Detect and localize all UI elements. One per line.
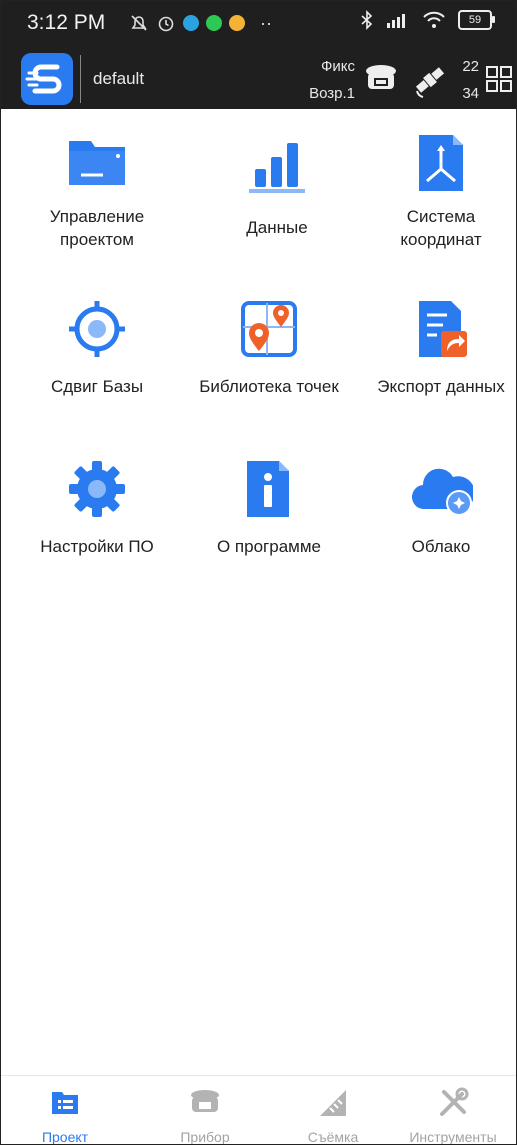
- tile-data[interactable]: Данные: [191, 131, 363, 239]
- alarm-icon: [158, 16, 174, 32]
- tile-coordinate-system[interactable]: Система координат: [355, 131, 516, 251]
- tile-label: О программе: [216, 537, 321, 556]
- grid-menu-icon[interactable]: [485, 65, 513, 93]
- header-divider: [80, 55, 81, 103]
- satellite-counts[interactable]: 22 34: [453, 53, 479, 107]
- status-time: 3:12 PM: [27, 11, 106, 34]
- telegram-icon: [183, 15, 199, 31]
- project-name[interactable]: default: [93, 69, 144, 89]
- tile-label: Облако: [411, 537, 471, 556]
- whatsapp-icon: [206, 15, 222, 31]
- tile-label: Экспорт данных: [377, 377, 505, 396]
- solution-status[interactable]: Фикс Возр.1: [297, 53, 355, 107]
- tile-data-export[interactable]: Экспорт данных: [355, 297, 516, 398]
- gear-icon: [69, 461, 125, 517]
- wifi-icon: [423, 11, 445, 28]
- tile-about[interactable]: О программе: [183, 457, 355, 558]
- sat-total-count: 34: [462, 85, 479, 102]
- system-icons: 59: [360, 10, 495, 30]
- tile-label: Данные: [246, 218, 308, 237]
- app-screen: 3:12 PM ·· 59 default Фикс Возр.1 22 34 …: [0, 0, 517, 1145]
- notification-icons: ··: [129, 11, 272, 35]
- bottom-nav: Проект Прибор Съёмка Инструменты: [1, 1075, 516, 1145]
- tile-label: Сдвиг Базы: [50, 377, 144, 396]
- tile-label: Настройки ПО: [40, 537, 154, 556]
- notification-app-icon: [229, 15, 245, 31]
- target-icon: [69, 301, 125, 357]
- more-notifications-icon: ··: [260, 12, 272, 33]
- survey-ruler-icon: [320, 1090, 346, 1116]
- nav-label: Проект: [41, 1129, 89, 1145]
- bluetooth-icon: [361, 10, 373, 30]
- tile-label: Библиотека точек: [199, 377, 339, 396]
- tile-software-settings[interactable]: Настройки ПО: [11, 457, 183, 558]
- nav-label: Инструменты: [409, 1129, 497, 1145]
- app-header: default Фикс Возр.1 22 34: [1, 49, 516, 109]
- age-label: Возр.1: [309, 85, 355, 102]
- app-logo-icon: [25, 64, 62, 94]
- tile-project-management[interactable]: Управление проектом: [11, 131, 183, 251]
- nav-label: Съёмка: [307, 1129, 359, 1145]
- gnss-receiver-icon: [191, 1090, 219, 1112]
- nav-device[interactable]: Прибор: [141, 1076, 269, 1145]
- tools-icon: [440, 1087, 469, 1116]
- status-bar: 3:12 PM ·· 59: [1, 1, 516, 47]
- folder-icon: [69, 141, 125, 185]
- export-document-icon: [419, 301, 467, 357]
- tile-label: Система координат: [400, 207, 482, 249]
- map-pin-library-icon: [241, 301, 297, 357]
- app-logo[interactable]: [21, 53, 73, 105]
- bar-chart-icon: [249, 143, 305, 193]
- cloud-icon: [411, 468, 475, 516]
- battery-indicator: 59: [458, 10, 495, 30]
- coordinate-system-icon: [419, 135, 463, 191]
- tile-cloud[interactable]: Облако: [355, 457, 516, 558]
- top-bar: 3:12 PM ·· 59 default Фикс Возр.1 22 34: [1, 1, 516, 109]
- nav-survey[interactable]: Съёмка: [269, 1076, 397, 1145]
- mute-bell-icon: [131, 15, 147, 31]
- tile-label: Управление проектом: [49, 207, 145, 249]
- signal-icon: [387, 14, 405, 28]
- satellite-icon[interactable]: [411, 61, 449, 99]
- sat-used-count: 22: [462, 58, 479, 75]
- solution-label: Фикс: [320, 58, 355, 75]
- nav-tools[interactable]: Инструменты: [389, 1076, 516, 1145]
- tile-point-library[interactable]: Библиотека точек: [183, 297, 355, 398]
- tile-base-shift[interactable]: Сдвиг Базы: [11, 297, 183, 398]
- nav-project[interactable]: Проект: [1, 1076, 129, 1145]
- project-list-icon: [52, 1092, 78, 1114]
- info-icon: [247, 461, 289, 517]
- nav-label: Прибор: [180, 1129, 230, 1145]
- gnss-receiver-icon[interactable]: [363, 61, 399, 97]
